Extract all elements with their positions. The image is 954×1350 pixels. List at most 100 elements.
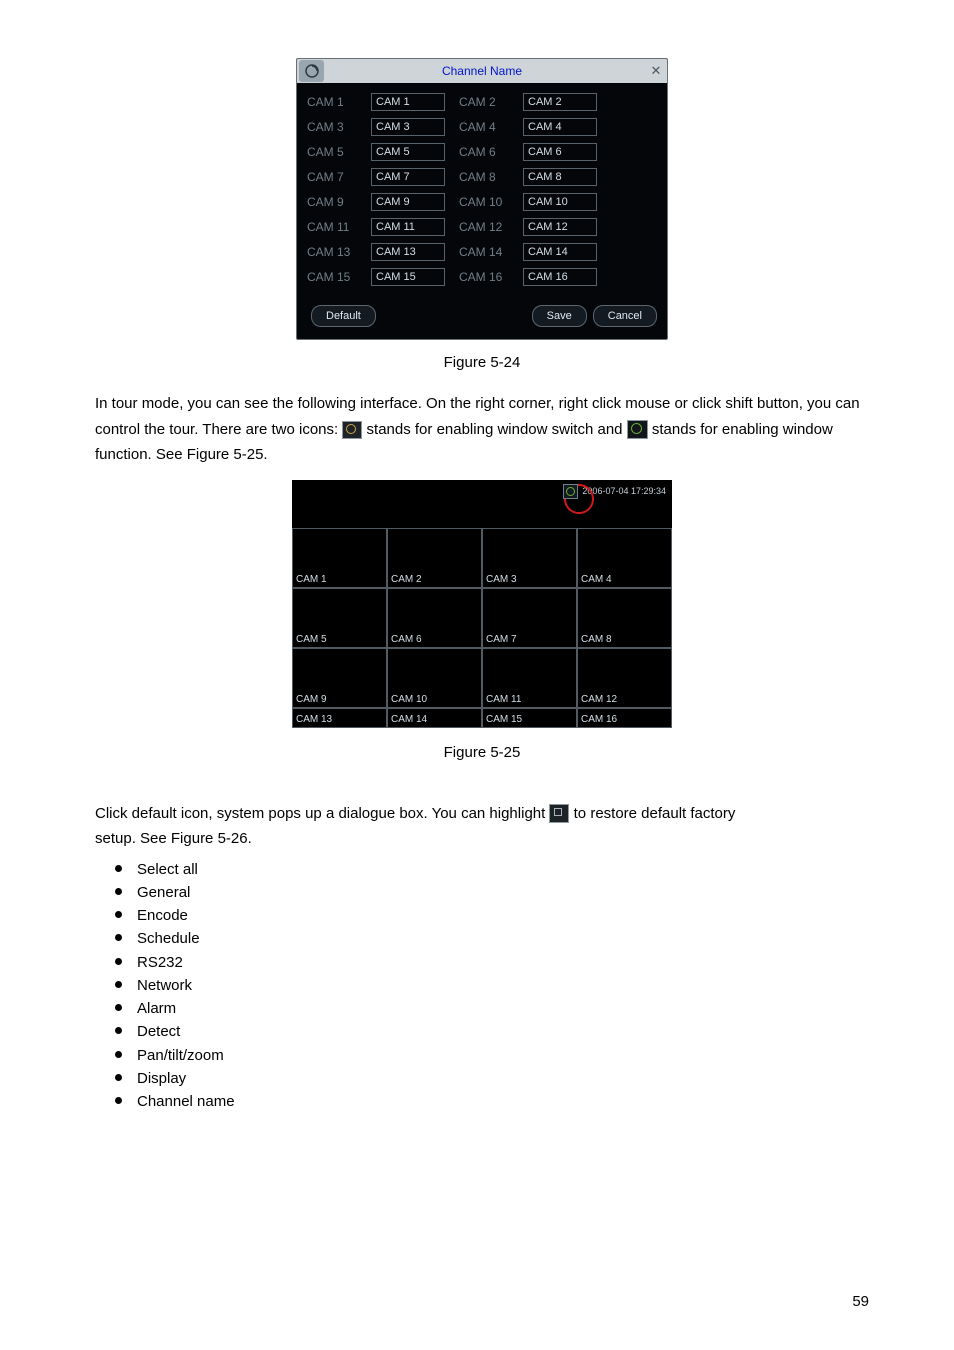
channel-row: CAM 9 CAM 9 CAM 10 CAM 10 [307,189,657,214]
tour-row: CAM 1 CAM 2 CAM 3 CAM 4 [292,528,672,588]
channel-label: CAM 10 [459,195,523,209]
tour-cell: CAM 14 [387,708,482,728]
tour-status-icon [563,484,578,499]
list-item: Schedule [115,927,869,950]
channel-input[interactable]: CAM 1 [371,93,445,111]
list-item: General [115,881,869,904]
tour-cell: CAM 12 [577,648,672,708]
tour-cell: CAM 9 [292,648,387,708]
list-item: Detect [115,1020,869,1043]
channel-input[interactable]: CAM 5 [371,143,445,161]
channel-row: CAM 15 CAM 15 CAM 16 CAM 16 [307,264,657,289]
text: and [598,421,627,438]
channel-input[interactable]: CAM 6 [523,143,597,161]
text: stands for enabling window switch [367,421,598,438]
text: In tour mode, you can see the following … [95,395,725,412]
channel-label: CAM 8 [459,170,523,184]
channel-row: CAM 13 CAM 13 CAM 14 CAM 14 [307,239,657,264]
default-button[interactable]: Default [311,305,376,327]
tour-cell: CAM 15 [482,708,577,728]
tour-topbar: 2006-07-04 17:29:34 [292,480,672,528]
tour-preview: 2006-07-04 17:29:34 CAM 1 CAM 2 CAM 3 CA… [292,480,672,728]
list-item: Encode [115,904,869,927]
dialog-body: CAM 1 CAM 1 CAM 2 CAM 2 CAM 3 CAM 3 CAM … [297,83,667,299]
channel-label: CAM 7 [307,170,371,184]
paragraph: In tour mode, you can see the following … [95,391,869,468]
channel-row: CAM 7 CAM 7 CAM 8 CAM 8 [307,164,657,189]
list-item: Pan/tilt/zoom [115,1044,869,1067]
channel-input[interactable]: CAM 4 [523,118,597,136]
tour-cell: CAM 5 [292,588,387,648]
text: setup. See Figure 5-26. [95,830,252,847]
channel-row: CAM 11 CAM 11 CAM 12 CAM 12 [307,214,657,239]
cancel-button[interactable]: Cancel [593,305,657,327]
channel-label: CAM 5 [307,145,371,159]
list-item: Channel name [115,1090,869,1113]
channel-input[interactable]: CAM 2 [523,93,597,111]
tour-row: CAM 13 CAM 14 CAM 15 CAM 16 [292,708,672,728]
tour-cell: CAM 13 [292,708,387,728]
tour-cell: CAM 11 [482,648,577,708]
channel-row: CAM 5 CAM 5 CAM 6 CAM 6 [307,139,657,164]
channel-input[interactable]: CAM 8 [523,168,597,186]
tour-cell: CAM 2 [387,528,482,588]
dialog-title: Channel Name [442,64,522,78]
tour-row: CAM 9 CAM 10 CAM 11 CAM 12 [292,648,672,708]
window-function-icon [627,420,648,439]
channel-input[interactable]: CAM 14 [523,243,597,261]
bullet-list: Select all General Encode Schedule RS232… [95,858,869,1114]
list-item: Select all [115,858,869,881]
tour-cell: CAM 3 [482,528,577,588]
channel-input[interactable]: CAM 11 [371,218,445,236]
channel-name-dialog: Channel Name ✕ CAM 1 CAM 1 CAM 2 CAM 2 C… [296,58,668,340]
list-item: Display [115,1067,869,1090]
save-button[interactable]: Save [532,305,587,327]
dialog-buttons: Default Save Cancel [297,299,667,339]
window-switch-icon [342,421,362,439]
channel-input[interactable]: CAM 13 [371,243,445,261]
channel-label: CAM 1 [307,95,371,109]
list-item: Network [115,974,869,997]
figure-caption: Figure 5-24 [95,354,869,371]
channel-label: CAM 9 [307,195,371,209]
tour-cell: CAM 4 [577,528,672,588]
text: Click default icon, system pops up a dia… [95,805,549,822]
channel-label: CAM 13 [307,245,371,259]
channel-label: CAM 16 [459,270,523,284]
tour-cell: CAM 10 [387,648,482,708]
channel-input[interactable]: CAM 16 [523,268,597,286]
tour-clock: 2006-07-04 17:29:34 [582,486,666,496]
list-item: Alarm [115,997,869,1020]
close-icon[interactable]: ✕ [649,63,663,77]
channel-label: CAM 4 [459,120,523,134]
figure-caption: Figure 5-25 [95,744,869,761]
highlight-icon [549,804,569,823]
page-number: 59 [852,1293,869,1310]
dialog-titlebar: Channel Name ✕ [297,59,667,83]
tour-cell: CAM 7 [482,588,577,648]
channel-input[interactable]: CAM 3 [371,118,445,136]
channel-label: CAM 6 [459,145,523,159]
channel-input[interactable]: CAM 9 [371,193,445,211]
list-item: RS232 [115,951,869,974]
channel-row: CAM 1 CAM 1 CAM 2 CAM 2 [307,89,657,114]
channel-label: CAM 3 [307,120,371,134]
app-logo-icon [299,60,324,82]
text: to restore default factory [574,805,736,822]
channel-input[interactable]: CAM 7 [371,168,445,186]
tour-row: CAM 5 CAM 6 CAM 7 CAM 8 [292,588,672,648]
channel-input[interactable]: CAM 12 [523,218,597,236]
channel-label: CAM 2 [459,95,523,109]
channel-label: CAM 12 [459,220,523,234]
channel-row: CAM 3 CAM 3 CAM 4 CAM 4 [307,114,657,139]
tour-cell: CAM 8 [577,588,672,648]
channel-input[interactable]: CAM 15 [371,268,445,286]
channel-input[interactable]: CAM 10 [523,193,597,211]
tour-cell: CAM 6 [387,588,482,648]
paragraph: Click default icon, system pops up a dia… [95,801,869,852]
channel-label: CAM 11 [307,220,371,234]
tour-cell: CAM 16 [577,708,672,728]
tour-cell: CAM 1 [292,528,387,588]
channel-label: CAM 15 [307,270,371,284]
channel-label: CAM 14 [459,245,523,259]
